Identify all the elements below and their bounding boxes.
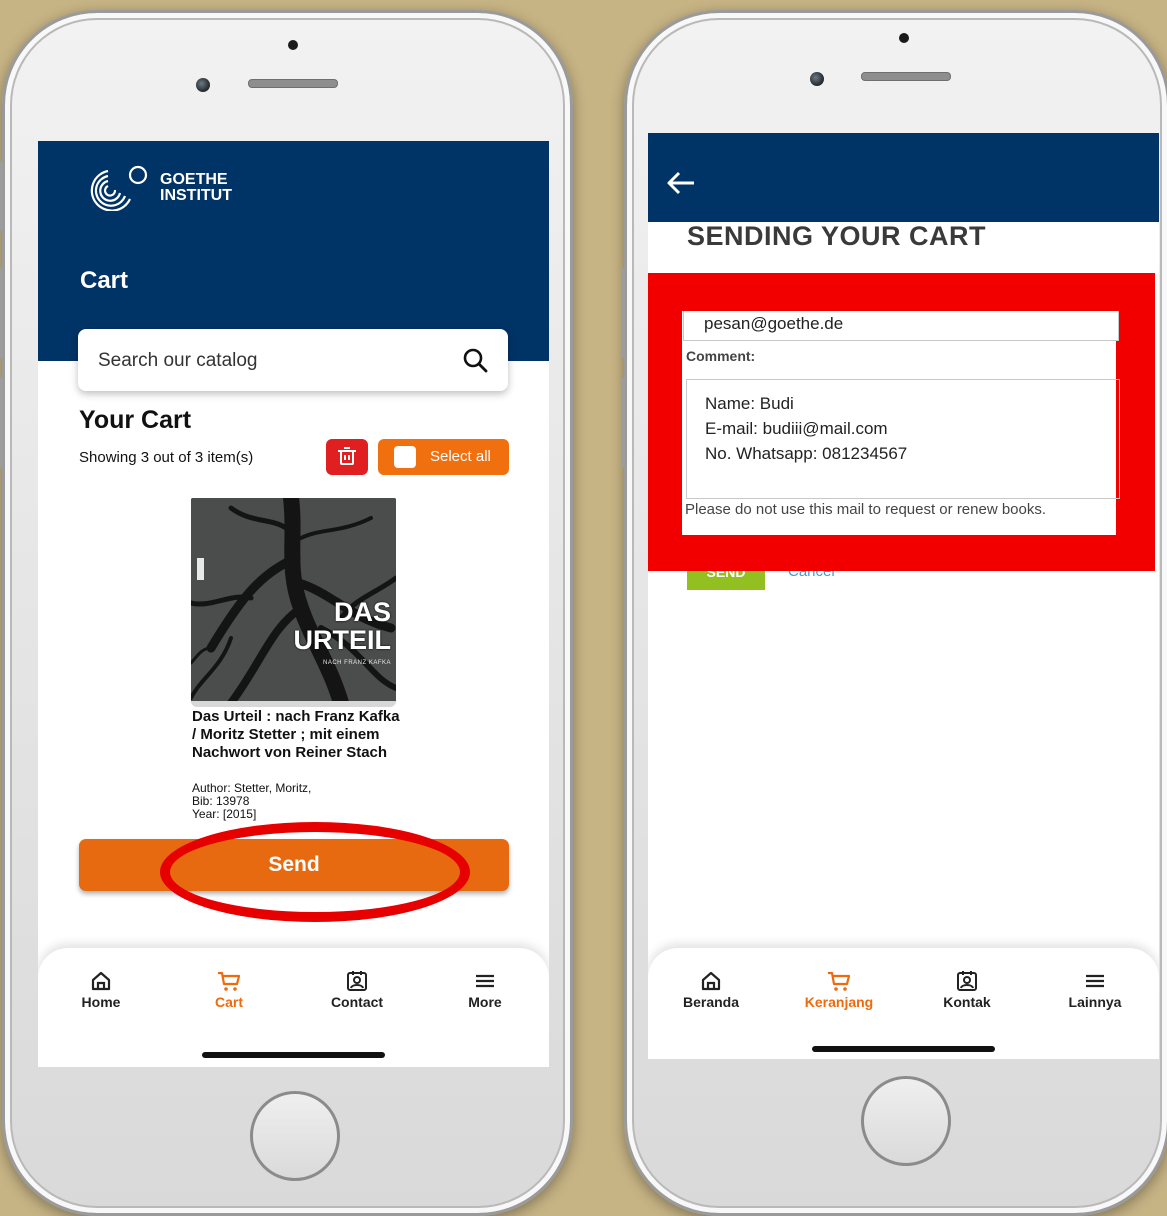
home-indicator [812,1046,995,1052]
goethe-logo: GOETHE INSTITUT [78,165,232,211]
tab-lainnya-label: Lainnya [1068,994,1122,1010]
comment-line: Name: Budi [705,394,794,413]
tab-kontak[interactable]: Kontak [922,970,1012,1010]
select-all-button[interactable]: Select all [378,439,509,475]
tab-keranjang-label: Keranjang [804,994,874,1010]
app-header: GOETHE INSTITUT Cart [38,141,549,361]
bottom-tab-bar: Beranda Keranjang Kontak Lainnya [648,948,1159,1059]
volume-button [621,268,625,358]
earpiece-speaker [861,72,951,81]
book-cover[interactable]: DAS URTEIL NACH FRANZ KAFKA [191,498,396,703]
bottom-tab-bar: Home Cart Contact More [38,948,549,1067]
contact-icon [957,971,977,991]
tab-keranjang[interactable]: Keranjang [794,970,884,1010]
comment-line: No. Whatsapp: 081234567 [705,444,908,463]
select-all-label: Select all [430,448,491,465]
tab-home-label: Home [81,994,121,1010]
menu-icon [476,974,494,988]
tab-beranda[interactable]: Beranda [666,970,756,1010]
tab-more-label: More [468,994,502,1010]
home-button[interactable] [861,1076,951,1166]
trash-icon [338,447,356,465]
book-meta: Author: Stetter, Moritz, Bib: 13978 Year… [192,782,311,821]
tab-home[interactable]: Home [56,970,146,1010]
tab-more[interactable]: More [440,970,530,1010]
comment-label: Comment: [686,348,756,364]
highlight-ellipse [160,822,470,922]
goethe-logo-icon [90,165,148,211]
search-icon[interactable] [462,347,488,373]
page-title: SENDING YOUR CART [687,221,987,251]
tab-cart[interactable]: Cart [184,970,274,1010]
back-arrow-icon[interactable] [666,171,696,195]
comment-textarea[interactable]: Name: Budi E-mail: budiii@mail.com No. W… [686,379,1120,499]
select-all-checkbox[interactable] [394,446,416,468]
volume-button [621,378,625,468]
cart-icon [218,971,241,991]
volume-button [0,268,3,358]
contact-icon [347,971,367,991]
cover-shadow [191,701,396,707]
publisher-tag [197,558,204,580]
search-bar[interactable] [78,329,508,393]
email-value: pesan@goethe.de [704,314,844,333]
highlight-box: pesan@goethe.de Comment: Name: Budi E-ma… [648,273,1155,571]
cart-heading: Your Cart [79,406,192,434]
item-count-text: Showing 3 out of 3 item(s) [79,449,254,466]
cover-title: DAS URTEIL [293,597,392,655]
sensor-dot [288,40,298,50]
volume-button [0,378,3,468]
tab-kontak-label: Kontak [943,994,991,1010]
app-header [648,133,1159,222]
right-screen: SENDING YOUR CART SEND Cancel pesan@goet… [648,133,1159,1059]
book-year: Year: [2015] [192,807,257,821]
email-field[interactable]: pesan@goethe.de [683,311,1119,341]
volume-button [0,161,3,231]
tab-cart-label: Cart [214,994,243,1010]
cover-subtitle: NACH FRANZ KAFKA [322,660,391,666]
front-camera [810,72,824,86]
form-hint: Please do not use this mail to request o… [685,501,1047,518]
tab-lainnya[interactable]: Lainnya [1050,970,1140,1010]
home-indicator [202,1052,385,1058]
menu-icon [1086,974,1104,988]
delete-button[interactable] [326,439,368,475]
sensor-dot [899,33,909,43]
tab-beranda-label: Beranda [682,994,740,1010]
earpiece-speaker [248,79,338,88]
brand-name: GOETHE INSTITUT [160,171,232,204]
tab-contact[interactable]: Contact [312,970,402,1010]
home-button[interactable] [250,1091,340,1181]
home-icon [701,971,721,991]
search-input[interactable] [96,329,440,393]
front-camera [196,78,210,92]
home-icon [91,971,111,991]
send-cart-form: pesan@goethe.de Comment: Name: Budi E-ma… [682,311,1120,535]
cart-icon [828,971,851,991]
book-title[interactable]: Das Urteil : nach Franz Kafka / Moritz S… [192,708,402,762]
comment-line: E-mail: budiii@mail.com [705,419,888,438]
tab-contact-label: Contact [330,994,384,1010]
left-screen: GOETHE INSTITUT Cart Your Cart Showing 3… [38,141,549,1067]
page-title: Cart [80,267,129,294]
